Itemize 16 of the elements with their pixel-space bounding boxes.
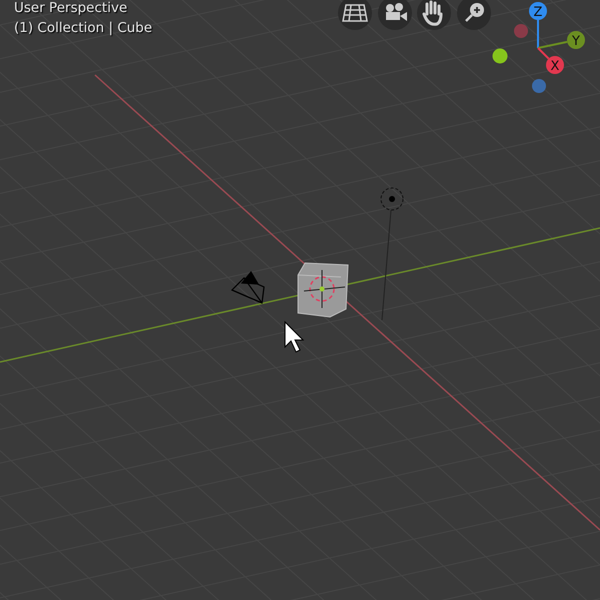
camera-view-button[interactable] (378, 0, 412, 30)
axis-handle[interactable] (567, 31, 585, 49)
zoom-button[interactable] (457, 0, 491, 30)
cube-drawing (298, 262, 349, 318)
axis-label: Z (534, 5, 542, 20)
view-title: User Perspective (14, 0, 128, 16)
hand-pan-button[interactable] (417, 0, 451, 30)
collection-label: (1) Collection | Cube (14, 20, 152, 36)
mouse-cursor-icon (284, 320, 304, 353)
negative-axis-dots-drawing (492, 24, 546, 93)
axis-label: Y (572, 34, 580, 49)
camera-drawing (230, 270, 265, 304)
grid-view-button[interactable] (338, 0, 372, 30)
axis-label: X (550, 59, 560, 74)
axis-handle[interactable] (529, 2, 547, 20)
axis-handle[interactable] (546, 56, 564, 74)
